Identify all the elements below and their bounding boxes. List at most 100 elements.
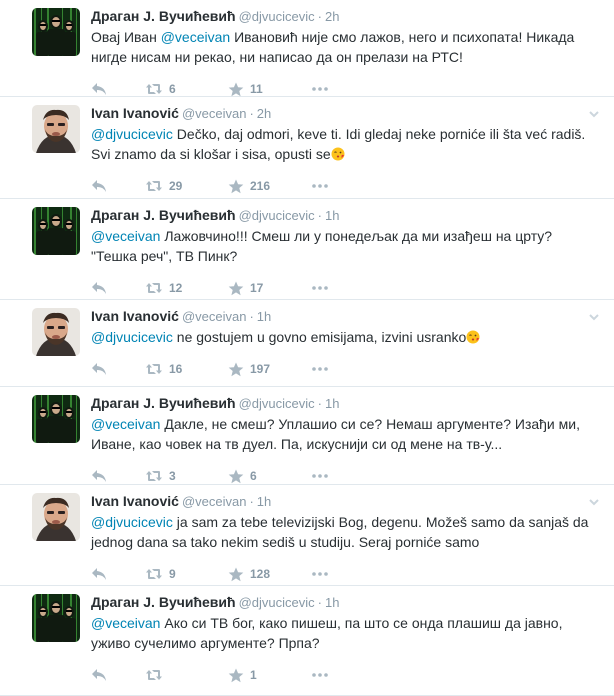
favorite-count: 216 [250, 179, 271, 193]
more-button[interactable] [311, 468, 329, 484]
tweet-timestamp[interactable]: 2h [257, 106, 271, 121]
mention-link[interactable]: @djvucicevic [91, 514, 173, 530]
tweet-timestamp[interactable]: 1h [257, 309, 271, 324]
reply-button[interactable] [91, 280, 107, 296]
author-name[interactable]: Ivan Ivanović [91, 308, 179, 324]
more-dots-icon [311, 183, 329, 189]
retweet-icon [145, 362, 163, 376]
tweet-header: Драган Ј. Вучићевић @djvucicevic · 1h [91, 394, 339, 413]
retweet-icon [145, 567, 163, 581]
tweet-timestamp[interactable]: 1h [325, 595, 339, 610]
avatar[interactable] [32, 207, 80, 255]
author-handle[interactable]: @veceivan [182, 494, 247, 509]
retweet-icon [145, 668, 163, 682]
retweet-button[interactable] [145, 667, 169, 683]
tweet-header: Ivan Ivanović @veceivan · 1h [91, 492, 271, 511]
favorite-button[interactable]: 6 [228, 468, 257, 484]
more-button[interactable] [311, 361, 329, 377]
tweet[interactable]: Ivan Ivanović @veceivan · 1h @djvucicevic n… [0, 300, 614, 387]
reply-button[interactable] [91, 566, 107, 582]
mention-link[interactable]: @veceivan [91, 228, 160, 244]
retweet-count: 9 [169, 567, 176, 581]
separator-dot: · [317, 9, 322, 24]
tweet-text-body: ne gostujem u govno emisijama, izvini us… [172, 329, 467, 345]
reply-icon [91, 82, 107, 96]
reply-button[interactable] [91, 81, 107, 97]
chevron-down-icon[interactable] [588, 495, 600, 507]
retweet-icon [145, 82, 163, 96]
avatar[interactable] [32, 395, 80, 443]
retweet-icon [145, 179, 163, 193]
more-dots-icon [311, 86, 329, 92]
retweet-button[interactable]: 3 [145, 468, 176, 484]
tweet-timestamp[interactable]: 1h [257, 494, 271, 509]
chevron-down-icon[interactable] [588, 310, 600, 322]
retweet-button[interactable]: 29 [145, 178, 182, 194]
avatar[interactable] [32, 8, 80, 56]
mention-link[interactable]: @djvucicevic [91, 126, 173, 142]
more-button[interactable] [311, 667, 329, 683]
tweet[interactable]: Драган Ј. Вучићевић @djvucicevic · 2h Овај … [0, 0, 614, 97]
tweet-timestamp[interactable]: 1h [325, 208, 339, 223]
avatar[interactable] [32, 594, 80, 642]
favorite-button[interactable]: 17 [228, 280, 263, 296]
star-icon [228, 179, 244, 194]
favorite-button[interactable]: 1 [228, 667, 257, 683]
reply-button[interactable] [91, 361, 107, 377]
favorite-button[interactable]: 128 [228, 566, 270, 582]
avatar[interactable] [32, 308, 80, 356]
tweet-text-body: Лажовчино!!! Смеш ли у понедељак да ми и… [91, 228, 553, 264]
star-icon [228, 281, 244, 296]
author-handle[interactable]: @djvucicevic [239, 9, 315, 24]
reply-button[interactable] [91, 178, 107, 194]
author-handle[interactable]: @veceivan [182, 309, 247, 324]
tweet[interactable]: Ivan Ivanović @veceivan · 2h @djvucicevic D… [0, 97, 614, 199]
favorite-count: 11 [250, 82, 263, 96]
tweet[interactable]: Ivan Ivanović @veceivan · 1h @djvucicevic j… [0, 485, 614, 586]
separator-dot: · [317, 208, 322, 223]
author-name[interactable]: Драган Ј. Вучићевић [91, 207, 236, 223]
author-handle[interactable]: @veceivan [182, 106, 247, 121]
favorite-count: 17 [250, 281, 264, 295]
author-handle[interactable]: @djvucicevic [239, 595, 315, 610]
favorite-button[interactable]: 11 [228, 81, 263, 97]
retweet-button[interactable]: 9 [145, 566, 176, 582]
tweet-header: Ivan Ivanović @veceivan · 2h [91, 104, 271, 123]
chevron-down-icon[interactable] [588, 107, 600, 119]
more-button[interactable] [311, 81, 329, 97]
tweet[interactable]: Драган Ј. Вучићевић @djvucicevic · 1h @vece… [0, 586, 614, 696]
tweet-timestamp[interactable]: 1h [325, 396, 339, 411]
mention-link[interactable]: @veceivan [91, 615, 160, 631]
retweet-count: 6 [169, 82, 176, 96]
tweet[interactable]: Драган Ј. Вучићевић @djvucicevic · 1h @vece… [0, 199, 614, 300]
author-name[interactable]: Драган Ј. Вучићевић [91, 8, 236, 24]
author-name[interactable]: Ivan Ivanović [91, 493, 179, 509]
more-button[interactable] [311, 280, 329, 296]
reply-button[interactable] [91, 468, 107, 484]
retweet-button[interactable]: 6 [145, 81, 176, 97]
author-name[interactable]: Ivan Ivanović [91, 105, 179, 121]
tweet[interactable]: Драган Ј. Вучићевић @djvucicevic · 1h @vece… [0, 387, 614, 485]
retweet-button[interactable]: 12 [145, 280, 182, 296]
favorite-button[interactable]: 197 [228, 361, 270, 377]
retweet-count: 16 [169, 362, 183, 376]
author-handle[interactable]: @djvucicevic [239, 208, 315, 223]
star-icon [228, 469, 244, 484]
more-button[interactable] [311, 178, 329, 194]
retweet-button[interactable]: 16 [145, 361, 182, 377]
reply-button[interactable] [91, 667, 107, 683]
chevron-down-icon [588, 209, 600, 221]
mention-link[interactable]: @veceivan [161, 29, 230, 45]
more-button[interactable] [311, 566, 329, 582]
mention-link[interactable]: @veceivan [91, 416, 160, 432]
mention-link[interactable]: @djvucicevic [91, 329, 173, 345]
avatar[interactable] [32, 493, 80, 541]
tweet-timestamp[interactable]: 2h [325, 9, 339, 24]
chevron-down-icon [588, 10, 600, 22]
author-handle[interactable]: @djvucicevic [239, 396, 315, 411]
author-name[interactable]: Драган Ј. Вучићевић [91, 594, 236, 610]
favorite-button[interactable]: 216 [228, 178, 270, 194]
avatar[interactable] [32, 105, 80, 153]
author-name[interactable]: Драган Ј. Вучићевић [91, 395, 236, 411]
star-icon [228, 82, 244, 97]
